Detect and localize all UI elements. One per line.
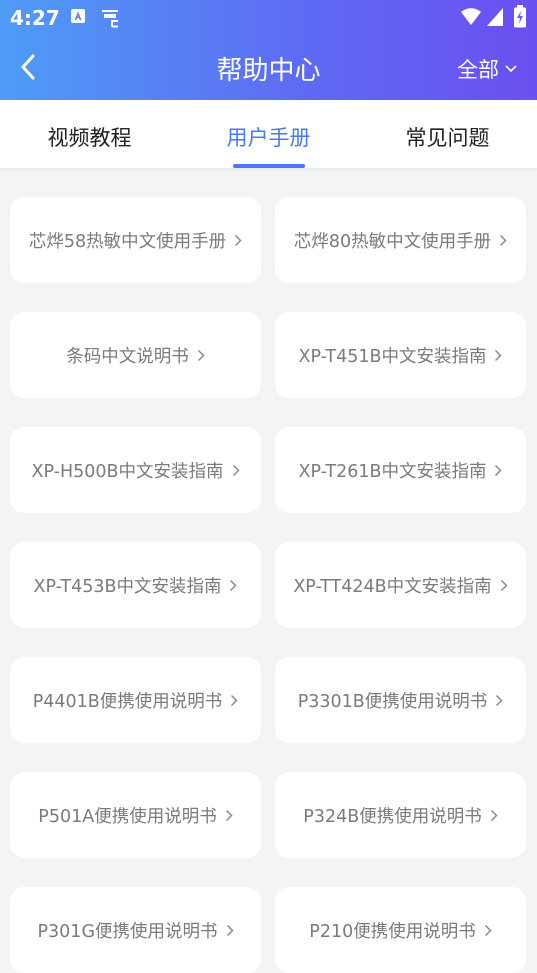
chevron-right-icon bbox=[197, 349, 205, 362]
chevron-right-icon bbox=[232, 464, 240, 477]
status-time: 4:27 bbox=[10, 6, 60, 30]
manual-card-label: XP-T451B中文安装指南 bbox=[298, 346, 487, 367]
manual-card-label: 芯烨58热敏中文使用手册 bbox=[28, 231, 227, 252]
chevron-right-icon bbox=[226, 924, 234, 937]
cellular-signal-icon bbox=[486, 7, 504, 31]
manual-card-label: XP-T261B中文安装指南 bbox=[298, 461, 487, 482]
filter-dropdown[interactable]: 全部 bbox=[457, 54, 517, 84]
manual-card[interactable]: P501A便携使用说明书 bbox=[10, 772, 261, 858]
manual-card[interactable]: XP-T451B中文安装指南 bbox=[275, 312, 526, 398]
manual-card-label: P210便携使用说明书 bbox=[309, 921, 476, 942]
manual-card-label: 芯烨80热敏中文使用手册 bbox=[293, 231, 492, 252]
manual-grid: 芯烨58热敏中文使用手册 芯烨80热敏中文使用手册条码中文说明书 XP-T451B中… bbox=[10, 197, 527, 973]
tab-video-tutorials[interactable]: 视频教程 bbox=[0, 100, 179, 168]
manual-card[interactable]: 芯烨80热敏中文使用手册 bbox=[275, 197, 526, 283]
manual-card[interactable]: P301G便携使用说明书 bbox=[10, 887, 261, 973]
manual-card-label: P301G便携使用说明书 bbox=[37, 921, 218, 942]
tab-bar: 视频教程 用户手册 常见问题 bbox=[0, 100, 537, 168]
chevron-right-icon bbox=[494, 349, 503, 362]
chevron-right-icon bbox=[490, 809, 498, 822]
chevron-right-icon bbox=[225, 809, 233, 822]
manual-card-label: XP-TT424B中文安装指南 bbox=[293, 576, 492, 597]
manual-card-label: P4401B便携使用说明书 bbox=[32, 691, 223, 712]
battery-icon bbox=[513, 5, 527, 33]
manual-card[interactable]: P4401B便携使用说明书 bbox=[10, 657, 261, 743]
manual-card-label: XP-T453B中文安装指南 bbox=[33, 576, 222, 597]
manual-card[interactable]: 芯烨58热敏中文使用手册 bbox=[10, 197, 261, 283]
chevron-right-icon bbox=[229, 579, 238, 592]
chevron-right-icon bbox=[234, 234, 242, 247]
chevron-right-icon bbox=[230, 694, 238, 707]
wifi-icon bbox=[460, 7, 482, 31]
nav-bar: 帮助中心 全部 bbox=[0, 36, 537, 100]
manual-card[interactable]: XP-H500B中文安装指南 bbox=[10, 427, 261, 513]
chevron-right-icon bbox=[500, 579, 508, 592]
filter-label: 全部 bbox=[457, 58, 499, 82]
manual-card-label: P324B便携使用说明书 bbox=[303, 806, 482, 827]
chevron-down-icon bbox=[505, 65, 517, 73]
manual-card[interactable]: XP-TT424B中文安装指南 bbox=[275, 542, 526, 628]
manual-card[interactable]: 条码中文说明书 bbox=[10, 312, 261, 398]
manual-card-label: XP-H500B中文安装指南 bbox=[31, 461, 224, 482]
notification-a-icon bbox=[70, 8, 86, 28]
manual-card[interactable]: P3301B便携使用说明书 bbox=[275, 657, 526, 743]
manual-card[interactable]: XP-T453B中文安装指南 bbox=[10, 542, 261, 628]
chevron-right-icon bbox=[499, 234, 507, 247]
tab-faq[interactable]: 常见问题 bbox=[358, 100, 537, 168]
manual-card[interactable]: P324B便携使用说明书 bbox=[275, 772, 526, 858]
tab-user-manuals[interactable]: 用户手册 bbox=[179, 100, 358, 168]
chevron-right-icon bbox=[495, 694, 503, 707]
chevron-right-icon bbox=[484, 924, 492, 937]
manual-card-label: P3301B便携使用说明书 bbox=[297, 691, 488, 712]
notification-bug-icon bbox=[98, 6, 122, 34]
status-bar: 4:27 bbox=[0, 0, 537, 36]
manual-card[interactable]: XP-T261B中文安装指南 bbox=[275, 427, 526, 513]
manual-card[interactable]: P210便携使用说明书 bbox=[275, 887, 526, 973]
app-header: 4:27 帮助中心 全部 bbox=[0, 0, 537, 100]
manual-card-label: P501A便携使用说明书 bbox=[38, 806, 217, 827]
manual-card-label: 条码中文说明书 bbox=[66, 346, 189, 367]
chevron-right-icon bbox=[494, 464, 503, 477]
